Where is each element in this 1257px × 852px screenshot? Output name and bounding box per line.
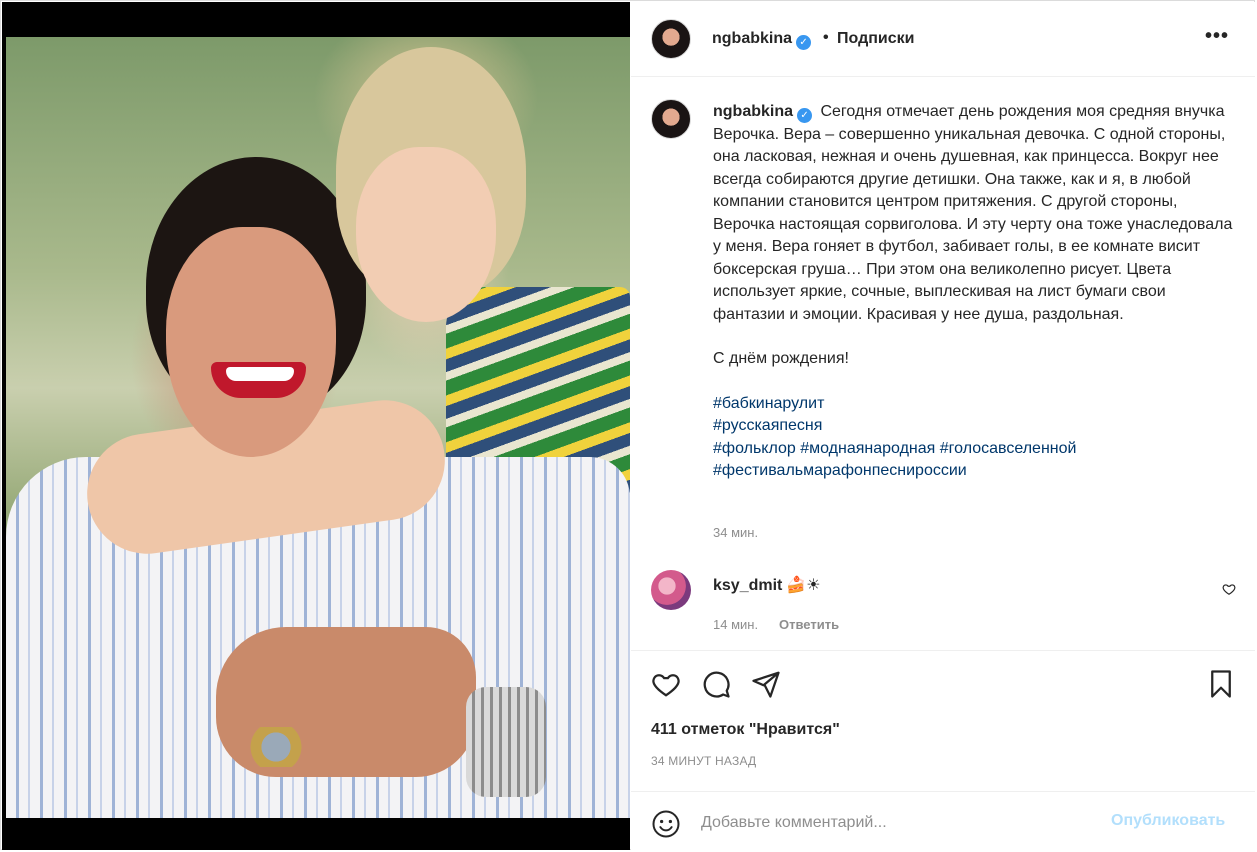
comment-timestamp[interactable]: 14 мин. (713, 617, 758, 632)
smiley-icon[interactable] (651, 809, 681, 839)
photo-ring (246, 727, 306, 767)
publish-button[interactable]: Опубликовать (1111, 812, 1225, 830)
photo-woman-smile (226, 367, 294, 381)
comment-like-heart-icon[interactable] (1222, 582, 1236, 596)
paper-plane-icon[interactable] (751, 669, 781, 699)
caption-author-avatar[interactable] (651, 99, 691, 139)
commenter-username-text[interactable]: ksy_dmit (713, 577, 782, 594)
hashtag-link[interactable]: #бабкинарулит (713, 395, 824, 412)
post-modal: ngbabkina ✓ • Подписки ••• ngbabkina ✓ Сег… (0, 0, 1255, 850)
comment-bubble-icon[interactable] (701, 669, 731, 699)
author-username[interactable]: ngbabkina ✓ (712, 30, 812, 50)
comment-bar: Опубликовать (631, 791, 1255, 852)
photo-woman-face (166, 227, 336, 457)
verified-badge-icon: ✓ (797, 108, 813, 123)
author-avatar[interactable] (651, 19, 691, 59)
likes-count[interactable]: 411 отметок "Нравится" (651, 721, 840, 739)
post-actions: 411 отметок "Нравится" 34 МИНУТ НАЗАД Оп… (631, 650, 1255, 851)
caption-and-comments: ngbabkina ✓ Сегодня отмечает день рождени… (631, 77, 1255, 645)
commenter-avatar[interactable] (651, 570, 691, 610)
hashtag-link[interactable]: #голосавселенной (940, 440, 1077, 457)
post-header: ngbabkina ✓ • Подписки ••• (631, 2, 1255, 77)
hashtag-link[interactable]: #фольклор (713, 440, 796, 457)
caption-username-text[interactable]: ngbabkina (713, 103, 793, 120)
hashtag-link[interactable]: #русскаяпесня (713, 417, 822, 434)
caption-body: Сегодня отмечает день рождения моя средн… (713, 103, 1233, 323)
post-side-panel: ngbabkina ✓ • Подписки ••• ngbabkina ✓ Сег… (631, 2, 1255, 850)
caption-username[interactable]: ngbabkina ✓ (713, 103, 813, 123)
caption-timestamp[interactable]: 34 мин. (713, 525, 758, 540)
caption-greeting: С днём рождения! (713, 350, 849, 367)
author-username-text[interactable]: ngbabkina (712, 30, 792, 47)
hashtag-link[interactable]: #фестивальмарафонпеснироссии (713, 462, 967, 479)
verified-badge-icon: ✓ (796, 35, 812, 50)
commenter-username[interactable]: ksy_dmit 🍰☀ (713, 575, 821, 595)
comment-input[interactable] (699, 809, 1103, 837)
hashtag-link[interactable]: #моднаянародная (800, 440, 935, 457)
reply-button[interactable]: Ответить (779, 617, 839, 632)
comment-text: 🍰☀ (786, 577, 821, 594)
more-options-icon[interactable]: ••• (1205, 26, 1229, 46)
photo-girl-face (356, 147, 496, 322)
heart-icon[interactable] (651, 669, 681, 699)
caption: ngbabkina ✓ Сегодня отмечает день рождени… (713, 101, 1233, 483)
header-separator: • (823, 29, 829, 46)
photo-bangles (466, 687, 546, 797)
bookmark-icon[interactable] (1206, 669, 1236, 699)
following-button[interactable]: Подписки (837, 30, 914, 48)
photo-pane (2, 2, 630, 850)
post-photo[interactable] (6, 37, 630, 818)
post-timestamp[interactable]: 34 МИНУТ НАЗАД (651, 754, 756, 768)
